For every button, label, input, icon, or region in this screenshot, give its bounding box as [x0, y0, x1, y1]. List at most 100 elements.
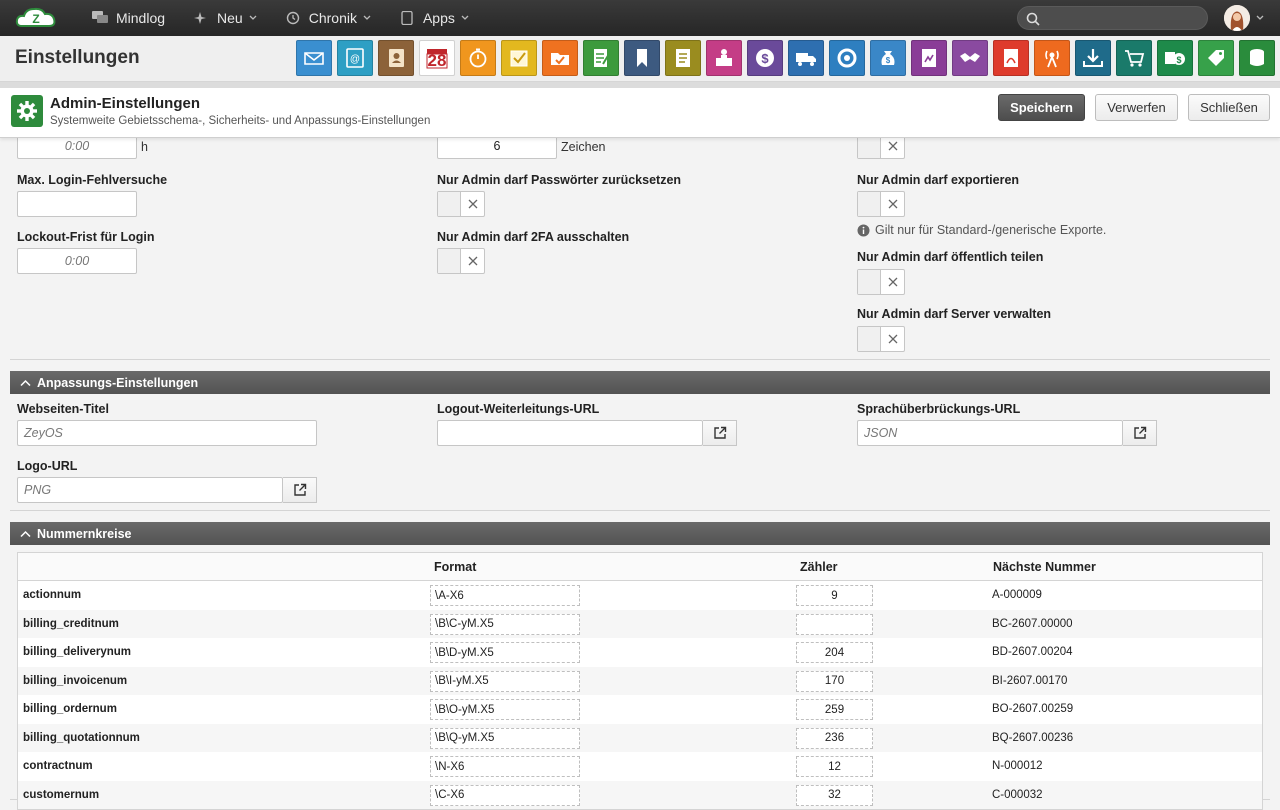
logo-url-input[interactable]: PNG — [17, 477, 283, 503]
admin-2fa-toggle[interactable] — [437, 248, 485, 274]
numbering-section-header[interactable]: Nummernkreise — [10, 522, 1270, 545]
svg-text:$: $ — [886, 56, 891, 65]
row-key: customernum — [23, 788, 100, 801]
next-number: BI-2607.00170 — [992, 674, 1068, 687]
admin-server-label: Nur Admin darf Server verwalten — [857, 307, 1052, 321]
timer-app-icon[interactable] — [460, 40, 496, 76]
open-logo-url-button[interactable] — [283, 477, 317, 503]
save-button[interactable]: Speichern — [998, 94, 1085, 121]
bookmarks-glyph-icon — [637, 49, 647, 67]
chevron-down-icon — [249, 15, 257, 20]
addressbook-app-icon[interactable] — [378, 40, 414, 76]
shop-app-icon[interactable] — [1116, 40, 1152, 76]
table-row: customernum \C-X6 32 C-000032 — [18, 780, 1262, 809]
open-lang-url-button[interactable] — [1123, 420, 1157, 446]
nav-new[interactable]: Neu — [187, 0, 263, 36]
admin-reset-pw-toggle[interactable] — [437, 191, 485, 217]
tasks-app-icon[interactable] — [501, 40, 537, 76]
documents-app-icon[interactable] — [665, 40, 701, 76]
counter-input[interactable]: 170 — [796, 670, 873, 692]
next-number: N-000012 — [992, 760, 1043, 772]
counter-input[interactable]: 236 — [796, 727, 873, 749]
counter-input[interactable]: 12 — [796, 756, 873, 777]
table-row: billing_invoicenum \B\I-yM.X5 170 BI-2607.0… — [18, 666, 1262, 695]
format-input[interactable]: \B\D-yM.X5 — [430, 642, 580, 663]
format-input[interactable]: \B\Q-yM.X5 — [430, 727, 580, 749]
row-key: actionnum — [23, 589, 82, 601]
mail-app-icon[interactable] — [296, 40, 332, 76]
database-app-icon[interactable] — [1239, 40, 1275, 76]
external-link-icon — [293, 483, 306, 496]
column-header-next[interactable]: Nächste Nummer — [993, 560, 1096, 574]
accounting-app-icon[interactable]: $ — [1157, 40, 1193, 76]
counter-input[interactable]: 32 — [796, 784, 873, 806]
nav-history[interactable]: Chronik — [279, 0, 377, 36]
customization-section-header[interactable]: Anpassungs-Einstellungen — [10, 371, 1270, 394]
zeyos-logo[interactable]: Z — [14, 4, 58, 32]
row-key: billing_quotationnum — [23, 731, 140, 744]
download-app-icon[interactable] — [1075, 40, 1111, 76]
chevron-down-icon[interactable] — [1256, 14, 1264, 22]
reception-app-icon[interactable] — [706, 40, 742, 76]
next-number: BQ-2607.00236 — [992, 731, 1074, 744]
pricetags-glyph-icon — [1208, 50, 1224, 66]
nav-apps-label: Apps — [422, 10, 455, 26]
pricetags-app-icon[interactable] — [1198, 40, 1234, 76]
close-icon — [888, 334, 897, 344]
counter-input[interactable]: 9 — [796, 585, 873, 606]
contracts-app-icon[interactable] — [911, 40, 947, 76]
lang-url-label: Sprachüberbrückungs-URL — [857, 402, 1021, 416]
timer-glyph-icon — [469, 48, 487, 68]
format-input[interactable]: \B\O-yM.X5 — [430, 699, 580, 720]
payments-app-icon[interactable]: $ — [870, 40, 906, 76]
bookmarks-app-icon[interactable] — [624, 40, 660, 76]
open-logout-url-button[interactable] — [703, 420, 737, 446]
user-avatar[interactable] — [1224, 5, 1250, 31]
admin-export-toggle[interactable] — [857, 191, 905, 217]
lang-url-input[interactable]: JSON — [857, 420, 1123, 446]
contacts-email-app-icon[interactable]: @ — [337, 40, 373, 76]
row-key: contractnum — [23, 760, 93, 772]
admin-share-toggle[interactable] — [857, 269, 905, 295]
lockout-label: Lockout-Frist für Login — [17, 230, 155, 244]
support-app-icon[interactable] — [829, 40, 865, 76]
partners-app-icon[interactable] — [952, 40, 988, 76]
lockout-duration-input[interactable]: 0:00 — [17, 248, 137, 274]
notes-app-icon[interactable] — [583, 40, 619, 76]
logout-url-input[interactable] — [437, 420, 703, 446]
admin-server-toggle[interactable] — [857, 326, 905, 352]
counter-input[interactable] — [796, 613, 873, 635]
format-input[interactable]: \B\I-yM.X5 — [430, 670, 580, 692]
finance-app-icon[interactable]: $ — [747, 40, 783, 76]
info-icon — [857, 224, 870, 236]
discard-button[interactable]: Verwerfen — [1095, 94, 1178, 121]
close-button[interactable]: Schließen — [1188, 94, 1270, 121]
format-input[interactable]: \A-X6 — [430, 585, 580, 606]
support-glyph-icon — [837, 48, 857, 68]
format-input[interactable]: \C-X6 — [430, 784, 580, 806]
nav-mindlog[interactable]: Mindlog — [86, 0, 171, 36]
nav-mindlog-label: Mindlog — [116, 10, 166, 26]
max-login-attempts-input[interactable] — [17, 191, 137, 217]
global-search-input[interactable] — [1017, 6, 1208, 30]
broadcast-app-icon[interactable] — [1034, 40, 1070, 76]
column-header-format[interactable]: Format — [434, 560, 476, 574]
counter-input[interactable]: 259 — [796, 699, 873, 720]
svg-text:@: @ — [350, 54, 360, 65]
site-title-input[interactable]: ZeyOS — [17, 420, 317, 446]
nav-apps[interactable]: Apps — [393, 0, 475, 36]
next-number: BO-2607.00259 — [992, 703, 1074, 715]
format-input[interactable]: \N-X6 — [430, 756, 580, 777]
counter-input[interactable]: 204 — [796, 642, 873, 663]
column-header-counter[interactable]: Zähler — [800, 560, 838, 574]
reception-glyph-icon — [716, 49, 732, 66]
format-input[interactable]: \B\C-yM.X5 — [430, 613, 580, 635]
calendar-app-icon[interactable]: 28 — [419, 40, 455, 76]
projects-app-icon[interactable] — [542, 40, 578, 76]
payments-glyph-icon: $ — [881, 51, 895, 65]
delivery-app-icon[interactable] — [788, 40, 824, 76]
pdf-app-icon[interactable] — [993, 40, 1029, 76]
close-icon — [888, 277, 897, 287]
shop-glyph-icon — [1125, 50, 1145, 67]
site-title-label: Webseiten-Titel — [17, 402, 109, 416]
